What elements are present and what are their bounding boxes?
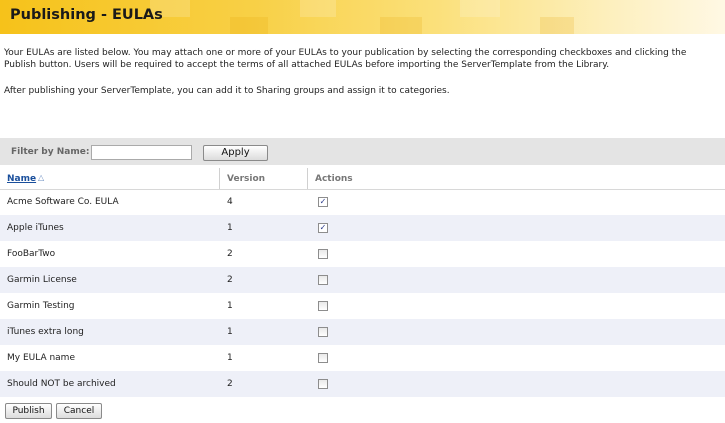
eula-name: Apple iTunes bbox=[7, 223, 64, 233]
eula-version: 4 bbox=[227, 197, 233, 207]
attach-eula-checkbox[interactable]: ✓ bbox=[318, 223, 328, 233]
table-row: Garmin License 2 bbox=[0, 267, 725, 293]
note-text: After publishing your ServerTemplate, yo… bbox=[4, 86, 450, 96]
cancel-button[interactable]: Cancel bbox=[56, 403, 102, 419]
filter-label: Filter by Name: bbox=[11, 147, 90, 157]
eula-name: Should NOT be archived bbox=[7, 379, 116, 389]
attach-eula-checkbox[interactable] bbox=[318, 327, 328, 337]
table-row: Should NOT be archived 2 bbox=[0, 371, 725, 397]
attach-eula-checkbox[interactable] bbox=[318, 379, 328, 389]
table-row: Acme Software Co. EULA 4 ✓ bbox=[0, 189, 725, 215]
sort-ascending-icon[interactable]: △ bbox=[38, 173, 44, 182]
table-row: iTunes extra long 1 bbox=[0, 319, 725, 345]
table-row: FooBarTwo 2 bbox=[0, 241, 725, 267]
column-header-version: Version bbox=[227, 174, 266, 184]
eula-name: Garmin License bbox=[7, 275, 77, 285]
header-pattern-tile bbox=[540, 17, 574, 34]
eula-name: iTunes extra long bbox=[7, 327, 84, 337]
publish-button[interactable]: Publish bbox=[5, 403, 52, 419]
eula-name: Acme Software Co. EULA bbox=[7, 197, 119, 207]
attach-eula-checkbox[interactable] bbox=[318, 353, 328, 363]
attach-eula-checkbox[interactable] bbox=[318, 275, 328, 285]
attach-eula-checkbox[interactable]: ✓ bbox=[318, 197, 328, 207]
table-header: Name △ Version Actions bbox=[0, 168, 725, 190]
eula-version: 1 bbox=[227, 327, 233, 337]
filter-bar: Filter by Name: bbox=[0, 138, 725, 165]
header-pattern-tile bbox=[460, 0, 500, 17]
eula-version: 1 bbox=[227, 223, 233, 233]
table-row: Garmin Testing 1 bbox=[0, 293, 725, 319]
page-title: Publishing - EULAs bbox=[10, 7, 163, 23]
eula-version: 2 bbox=[227, 249, 233, 259]
header-pattern-tile bbox=[300, 0, 336, 17]
eula-version: 2 bbox=[227, 379, 233, 389]
column-divider bbox=[307, 168, 308, 189]
intro-text: Your EULAs are listed below. You may att… bbox=[4, 48, 687, 70]
eula-name: FooBarTwo bbox=[7, 249, 56, 259]
eula-version: 1 bbox=[227, 353, 233, 363]
eula-version: 1 bbox=[227, 301, 233, 311]
apply-button[interactable]: Apply bbox=[203, 145, 268, 161]
attach-eula-checkbox[interactable] bbox=[318, 301, 328, 311]
eula-name: Garmin Testing bbox=[7, 301, 75, 311]
table-row: Apple iTunes 1 ✓ bbox=[0, 215, 725, 241]
header-pattern-tile bbox=[380, 17, 422, 34]
eula-version: 2 bbox=[227, 275, 233, 285]
column-header-name[interactable]: Name bbox=[7, 174, 36, 184]
attach-eula-checkbox[interactable] bbox=[318, 249, 328, 259]
eula-name: My EULA name bbox=[7, 353, 75, 363]
filter-name-input[interactable] bbox=[91, 145, 192, 160]
column-divider bbox=[219, 168, 220, 189]
page-header: Publishing - EULAs bbox=[0, 0, 725, 34]
table-row: My EULA name 1 bbox=[0, 345, 725, 371]
column-header-actions: Actions bbox=[315, 174, 353, 184]
header-pattern-tile bbox=[230, 17, 268, 34]
